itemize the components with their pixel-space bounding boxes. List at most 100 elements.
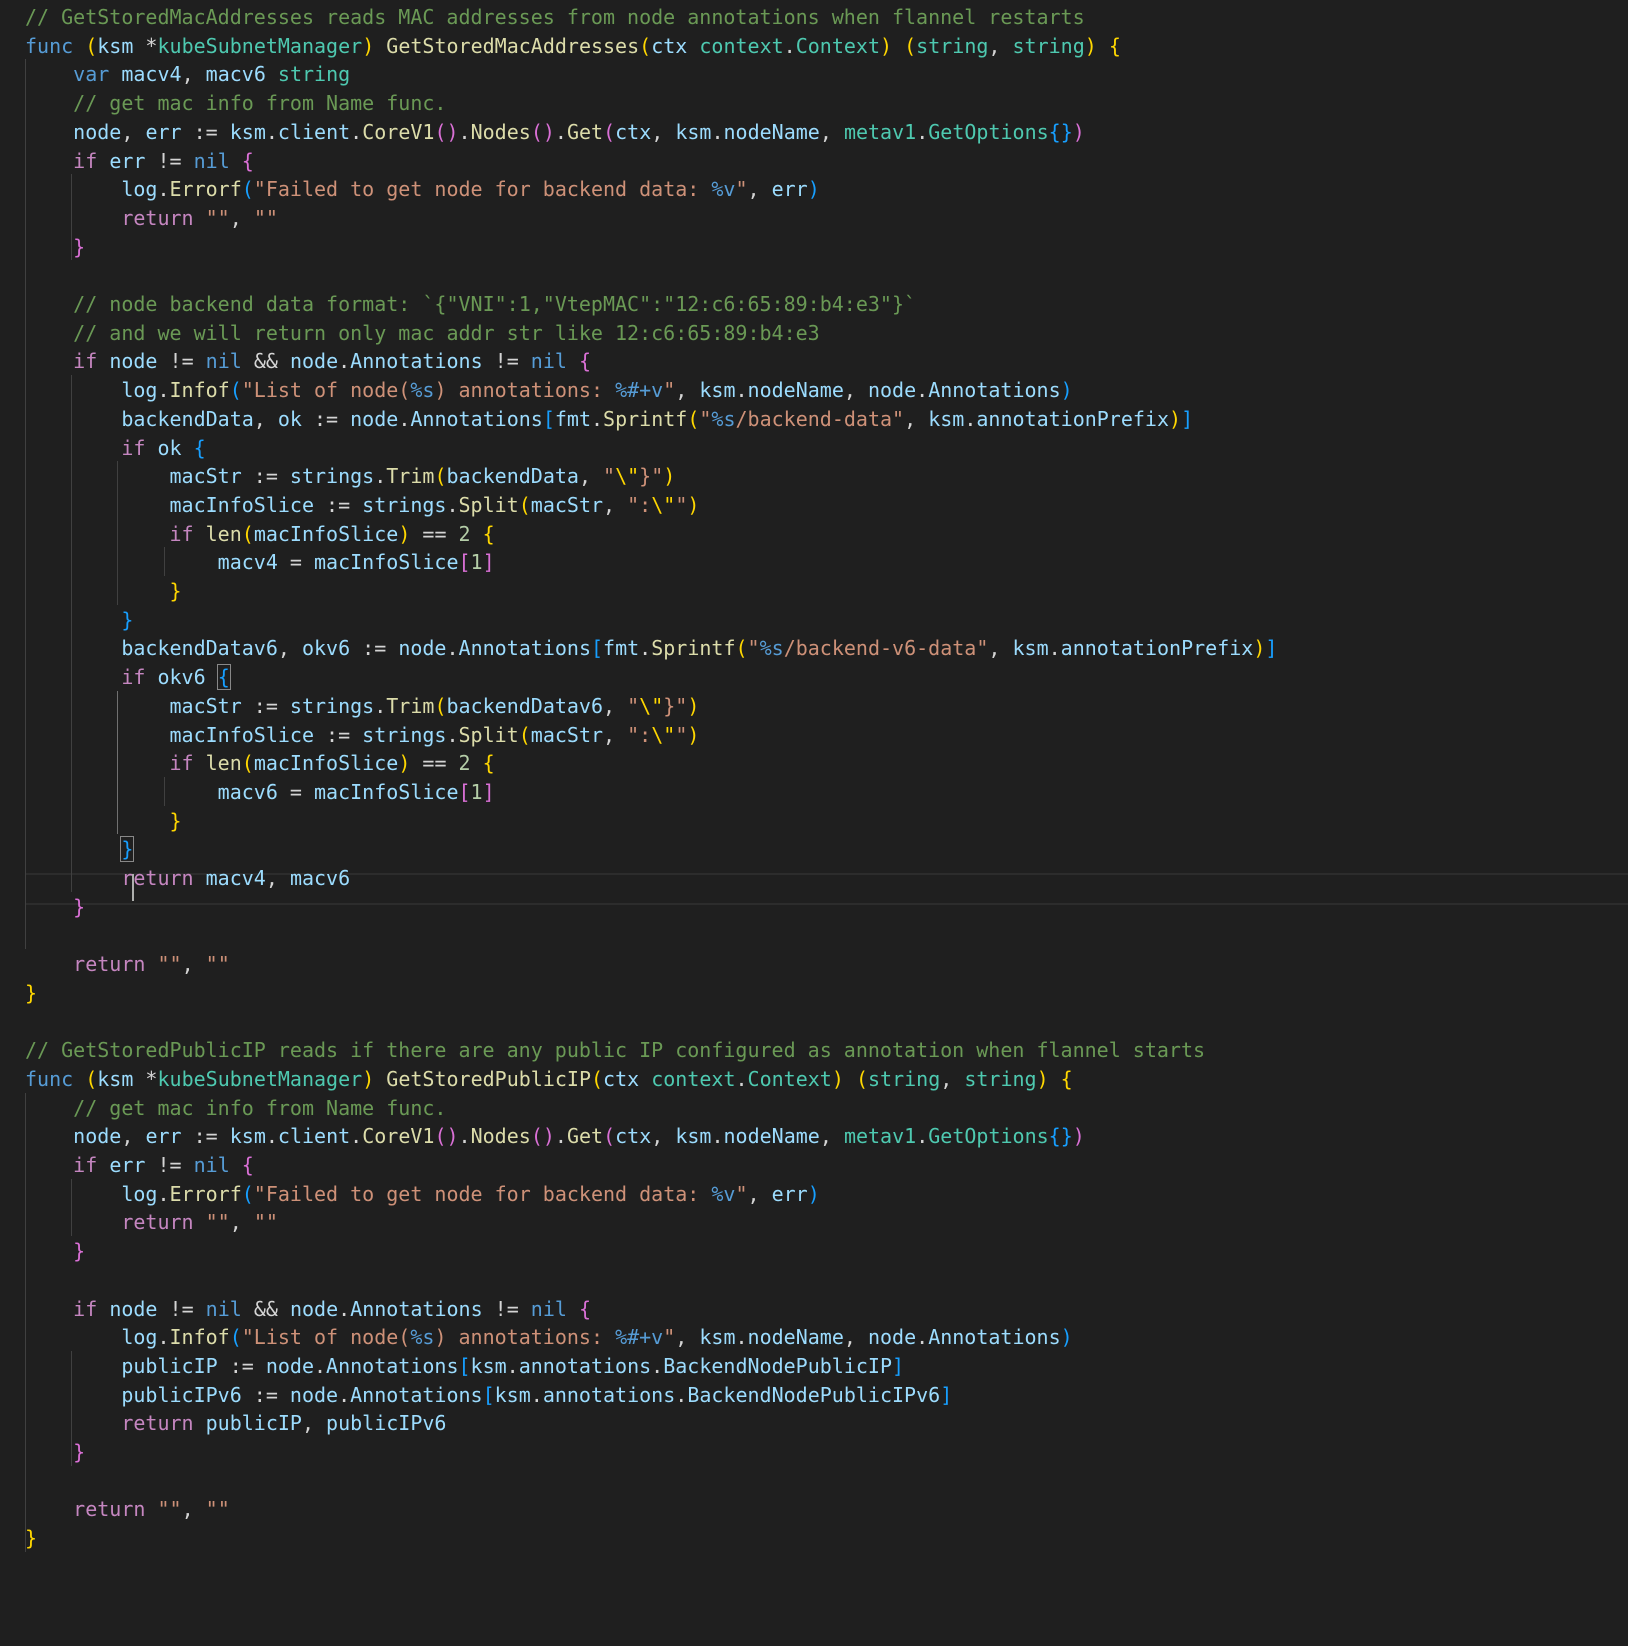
code-line[interactable]: } <box>25 978 37 1008</box>
code-token: ksm <box>97 33 134 58</box>
code-token: kubeSubnetManager <box>157 1066 363 1091</box>
code-line[interactable]: publicIP := node.Annotations[ksm.annotat… <box>25 1351 904 1381</box>
code-token: { <box>578 1296 592 1321</box>
code-token: ( <box>434 464 447 489</box>
code-line[interactable]: macInfoSlice := strings.Split(macStr, ":… <box>25 720 700 750</box>
code-token: . <box>374 464 387 489</box>
code-line[interactable]: // node backend data format: `{"VNI":1,"… <box>25 289 916 319</box>
code-line[interactable]: log.Errorf("Failed to get node for backe… <box>25 1179 819 1209</box>
code-token: . <box>458 119 471 144</box>
code-line[interactable]: } <box>25 232 85 262</box>
code-token: := <box>241 693 290 718</box>
code-line[interactable]: return publicIP, publicIPv6 <box>25 1408 446 1438</box>
code-line[interactable]: log.Infof("List of node(%s) annotations:… <box>25 375 1072 405</box>
code-token: () <box>434 1124 459 1149</box>
code-line[interactable]: publicIPv6 := node.Annotations[ksm.annot… <box>25 1380 952 1410</box>
code-line[interactable]: } <box>25 1236 85 1266</box>
code-line[interactable]: node, err := ksm.client.CoreV1().Nodes()… <box>25 1121 1085 1151</box>
code-token: := <box>301 406 351 431</box>
code-token: != <box>157 1296 206 1321</box>
code-token: publicIP <box>121 1353 218 1378</box>
code-line[interactable]: backendDatav6, okv6 := node.Annotations[… <box>25 633 1277 663</box>
code-line[interactable]: // and we will return only mac addr str … <box>25 318 820 348</box>
code-token: err <box>771 177 808 202</box>
code-line[interactable]: if okv6 { <box>25 662 231 692</box>
code-line[interactable]: log.Infof("List of node(%s) annotations:… <box>25 1322 1072 1352</box>
code-token: , <box>603 722 628 747</box>
code-token: ksm <box>470 1353 507 1378</box>
code-line[interactable]: } <box>25 1437 85 1467</box>
code-line[interactable]: if node != nil && node.Annotations != ni… <box>25 346 591 376</box>
code-token: fmt <box>554 406 591 431</box>
code-token: annotations <box>542 1382 676 1407</box>
code-token: ( <box>603 119 616 144</box>
code-line[interactable]: } <box>25 605 133 635</box>
code-token: ) <box>807 177 820 202</box>
code-token: "" <box>157 1497 182 1522</box>
code-line[interactable]: } <box>25 576 182 606</box>
code-token: GetStoredPublicIP <box>386 1066 591 1091</box>
code-token: Context <box>747 1066 832 1091</box>
code-token: %s <box>711 406 736 431</box>
code-line[interactable]: backendData, ok := node.Annotations[fmt.… <box>25 404 1193 434</box>
code-token: , <box>181 952 206 977</box>
code-line[interactable]: macv6 = macInfoSlice[1] <box>25 777 495 807</box>
code-line[interactable]: } <box>25 806 182 836</box>
code-token: ] <box>892 1353 905 1378</box>
code-line[interactable]: node, err := ksm.client.CoreV1().Nodes()… <box>25 117 1085 147</box>
code-line[interactable]: // get mac info from Name func. <box>25 1093 446 1123</box>
code-token: string <box>867 1066 941 1091</box>
code-token: ( <box>241 751 254 776</box>
text-cursor <box>132 874 134 901</box>
code-token: kubeSubnetManager <box>157 33 363 58</box>
code-token: , <box>747 177 772 202</box>
code-token: , <box>819 1124 844 1149</box>
code-line[interactable]: } <box>25 1523 37 1553</box>
code-token: != <box>482 1296 531 1321</box>
code-line[interactable]: } <box>25 834 135 864</box>
code-line[interactable]: func (ksm *kubeSubnetManager) GetStoredP… <box>25 1064 1073 1094</box>
code-token: GetOptions <box>928 1124 1049 1149</box>
code-line[interactable]: var macv4, macv6 string <box>25 59 350 89</box>
code-token: := <box>314 492 363 517</box>
code-line[interactable]: macStr := strings.Trim(backendData, "\"}… <box>25 461 676 491</box>
code-token: ) <box>880 33 893 58</box>
code-line[interactable]: if len(macInfoSlice) == 2 { <box>25 748 495 778</box>
code-line[interactable]: // GetStoredMacAddresses reads MAC addre… <box>25 2 1085 32</box>
code-token: = <box>277 779 314 804</box>
code-line[interactable]: log.Errorf("Failed to get node for backe… <box>25 174 820 204</box>
code-line[interactable]: macInfoSlice := strings.Split(macStr, ":… <box>25 490 700 520</box>
code-line[interactable]: } <box>25 892 85 922</box>
code-line[interactable]: func (ksm *kubeSubnetManager) GetStoredM… <box>25 31 1121 61</box>
code-line[interactable]: macStr := strings.Trim(backendDatav6, "\… <box>25 691 700 721</box>
code-line[interactable]: if node != nil && node.Annotations != ni… <box>25 1294 591 1324</box>
code-token: %s <box>410 378 435 403</box>
code-line[interactable]: return "", "" <box>25 1207 278 1237</box>
code-line[interactable]: // get mac info from Name func. <box>25 88 446 118</box>
code-editor[interactable]: // GetStoredMacAddresses reads MAC addre… <box>0 0 1628 1646</box>
code-token: \" <box>651 492 676 517</box>
code-line[interactable]: // GetStoredPublicIP reads if there are … <box>25 1035 1205 1065</box>
code-token: macInfoSlice <box>169 492 315 517</box>
code-line[interactable]: return "", "" <box>25 949 230 979</box>
code-line[interactable]: if err != nil { <box>25 146 254 176</box>
code-token: node <box>398 636 447 661</box>
code-token: ] <box>482 779 495 804</box>
code-token: " <box>603 464 616 489</box>
code-line[interactable]: macv4 = macInfoSlice[1] <box>25 547 495 577</box>
code-token: . <box>157 1325 170 1350</box>
code-line[interactable]: if ok { <box>25 433 205 463</box>
code-line[interactable]: return "", "" <box>25 1494 230 1524</box>
code-token: string <box>964 1066 1037 1091</box>
code-token: nodeName <box>723 1124 820 1149</box>
code-token: BackendNodePublicIPv6 <box>687 1382 941 1407</box>
code-line[interactable]: if len(macInfoSlice) == 2 { <box>25 519 495 549</box>
code-line[interactable]: return "", "" <box>25 203 278 233</box>
code-line[interactable]: if err != nil { <box>25 1150 254 1180</box>
code-line[interactable]: return macv4, macv6 <box>25 863 350 893</box>
code-token: . <box>458 1124 471 1149</box>
